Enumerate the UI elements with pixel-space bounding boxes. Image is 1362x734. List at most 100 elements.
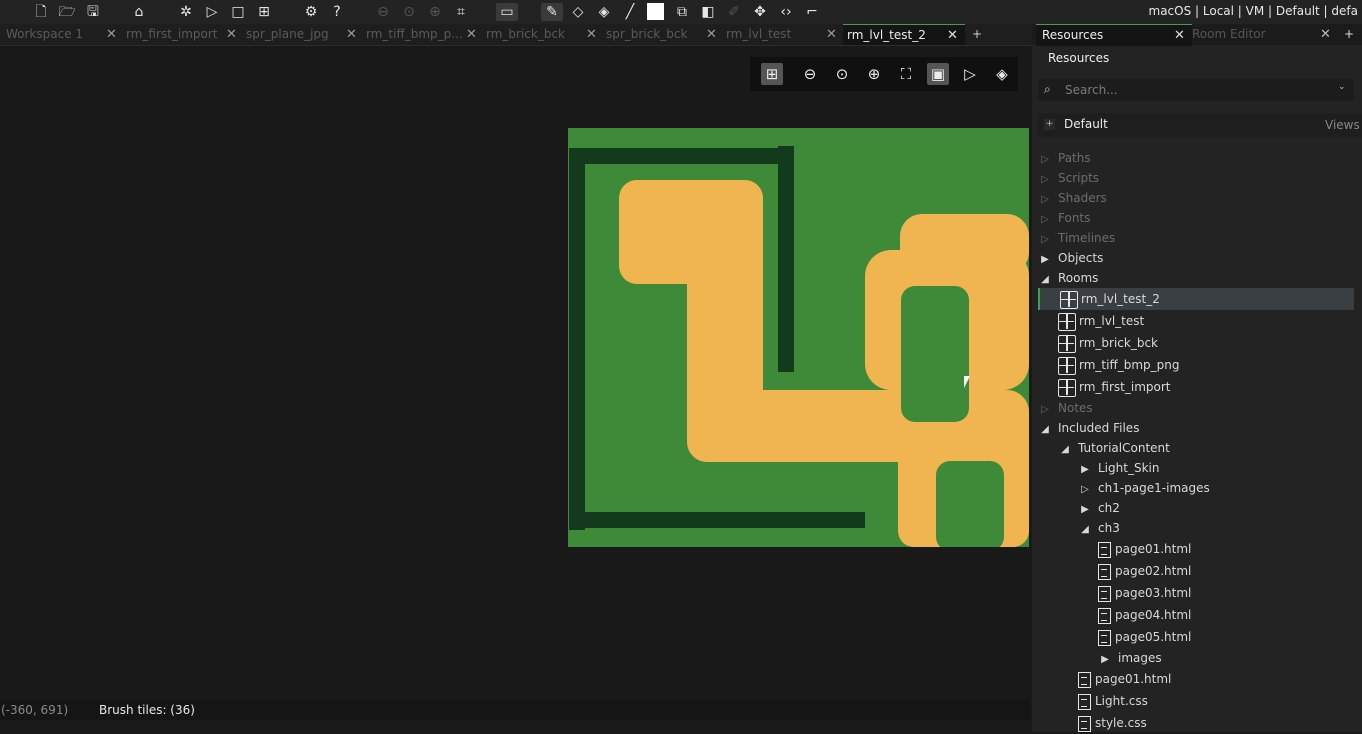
- grid-icon[interactable]: ⊞: [761, 63, 783, 85]
- chevron-down-icon[interactable]: ⌄: [1338, 82, 1346, 92]
- file-item[interactable]: page01.html: [1038, 668, 1354, 690]
- file-item[interactable]: page02.html: [1038, 560, 1354, 582]
- tab-spr-plane-jpg[interactable]: spr_plane_jpg ✕: [246, 24, 360, 45]
- room-item[interactable]: rm_tiff_bmp_png: [1038, 354, 1354, 376]
- debug-icon[interactable]: ✲: [177, 3, 195, 21]
- collapsed-arrow-icon[interactable]: ▶: [1078, 460, 1092, 480]
- search-field[interactable]: ⌕ Search... ⌄: [1038, 79, 1354, 101]
- open-folder-icon[interactable]: 🗁: [58, 3, 76, 21]
- close-icon[interactable]: ✕: [346, 24, 357, 45]
- tree-folder[interactable]: ▷ Notes: [1038, 398, 1354, 418]
- close-icon[interactable]: ✕: [1174, 25, 1185, 46]
- tab-rm-tiff-bmp[interactable]: rm_tiff_bmp_p... ✕: [366, 24, 480, 45]
- picker-icon[interactable]: ✐: [725, 3, 743, 21]
- code-icon[interactable]: ‹›: [777, 3, 795, 21]
- help-icon[interactable]: ?: [328, 3, 346, 21]
- close-icon[interactable]: ✕: [226, 24, 237, 45]
- fill-icon[interactable]: ◈: [595, 3, 613, 21]
- file-item[interactable]: page05.html: [1038, 626, 1354, 648]
- expanded-arrow-icon[interactable]: ◢: [1038, 270, 1052, 290]
- tree-folder[interactable]: ▷ Shaders: [1038, 188, 1354, 208]
- tree-folder[interactable]: ▶ images: [1038, 648, 1354, 668]
- zoom-out-icon[interactable]: ⊖: [799, 63, 821, 85]
- layers-icon[interactable]: ◈: [991, 63, 1013, 85]
- tab-resources[interactable]: Resources ✕: [1036, 24, 1192, 46]
- tab-rm-lvl-test[interactable]: rm_lvl_test ✕: [726, 24, 840, 45]
- view-selector[interactable]: + Default Views: [1038, 113, 1362, 137]
- toggle-icon[interactable]: ◧: [699, 3, 717, 21]
- room-item[interactable]: rm_brick_bck: [1038, 332, 1354, 354]
- tab-rm-brick-bck[interactable]: rm_brick_bck ✕: [486, 24, 600, 45]
- tree-folder[interactable]: ◢ ch3: [1038, 518, 1354, 538]
- tree-folder[interactable]: ▷ Scripts: [1038, 168, 1354, 188]
- fullscreen-icon[interactable]: ⛶: [895, 63, 917, 85]
- tab-spr-brick-bck[interactable]: spr_brick_bck ✕: [606, 24, 720, 45]
- collapsed-arrow-icon[interactable]: ▷: [1038, 170, 1052, 190]
- file-item[interactable]: style.css: [1038, 712, 1354, 734]
- collapsed-arrow-icon[interactable]: ▷: [1038, 190, 1052, 210]
- new-file-icon[interactable]: 🗋: [32, 3, 50, 21]
- tree-folder[interactable]: ▶ Objects: [1038, 248, 1354, 268]
- tree-folder[interactable]: ▷ Timelines: [1038, 228, 1354, 248]
- zoom-in-icon[interactable]: ⊕: [863, 63, 885, 85]
- tab-workspace[interactable]: Workspace 1 ✕: [6, 24, 120, 45]
- tree-folder[interactable]: ◢ TutorialContent: [1038, 438, 1354, 458]
- close-icon[interactable]: ✕: [706, 24, 717, 45]
- zoom-in-icon[interactable]: ⊕: [426, 3, 444, 21]
- room-item[interactable]: rm_lvl_test_2: [1038, 288, 1354, 310]
- close-icon[interactable]: ✕: [106, 24, 117, 45]
- create-exe-icon[interactable]: ⊞: [255, 3, 273, 21]
- close-icon[interactable]: ✕: [826, 24, 837, 45]
- tree-folder[interactable]: ◢ Rooms: [1038, 268, 1354, 288]
- zoom-reset-icon[interactable]: ⊙: [400, 3, 418, 21]
- tree-folder[interactable]: ▷ Fonts: [1038, 208, 1354, 228]
- save-icon[interactable]: 🖫: [84, 3, 102, 21]
- close-icon[interactable]: ✕: [947, 25, 958, 46]
- stop-icon[interactable]: □: [229, 3, 247, 21]
- eraser-icon[interactable]: ◇: [569, 3, 587, 21]
- collapsed-arrow-icon[interactable]: ▶: [1098, 650, 1112, 670]
- expand-icon[interactable]: +: [1044, 119, 1055, 130]
- collapsed-arrow-icon[interactable]: ▷: [1078, 480, 1092, 500]
- expanded-arrow-icon[interactable]: ◢: [1038, 420, 1052, 440]
- draw-icon[interactable]: ⌐: [803, 3, 821, 21]
- pencil-icon[interactable]: ✎: [541, 3, 563, 21]
- room-preview[interactable]: [568, 128, 1029, 547]
- zoom-reset-icon[interactable]: ⊙: [831, 63, 853, 85]
- frame-icon[interactable]: ▣: [927, 63, 949, 85]
- layout-icon[interactable]: ⌗: [452, 3, 470, 21]
- expanded-arrow-icon[interactable]: ◢: [1078, 520, 1092, 540]
- file-item[interactable]: page01.html: [1038, 538, 1354, 560]
- zoom-out-icon[interactable]: ⊖: [374, 3, 392, 21]
- room-item[interactable]: rm_first_import: [1038, 376, 1354, 398]
- tree-folder[interactable]: ◢ Included Files: [1038, 418, 1354, 438]
- region-icon[interactable]: ⧉: [673, 3, 691, 21]
- file-item[interactable]: Light.css: [1038, 690, 1354, 712]
- preferences-icon[interactable]: ⚙: [302, 3, 320, 21]
- add-tab-button[interactable]: +: [1344, 27, 1354, 41]
- tree-folder[interactable]: ▷ ch1-page1-images: [1038, 478, 1354, 498]
- expanded-arrow-icon[interactable]: ◢: [1058, 440, 1072, 460]
- collapsed-arrow-icon[interactable]: ▷: [1038, 150, 1052, 170]
- close-icon[interactable]: ✕: [466, 24, 477, 45]
- collapsed-arrow-icon[interactable]: ▶: [1078, 500, 1092, 520]
- tree-folder[interactable]: ▶ Light_Skin: [1038, 458, 1354, 478]
- line-icon[interactable]: ╱: [621, 3, 639, 21]
- collapsed-arrow-icon[interactable]: ▷: [1038, 400, 1052, 420]
- tree-folder[interactable]: ▷ Paths: [1038, 148, 1354, 168]
- tab-room-editor[interactable]: Room Editor ✕: [1192, 24, 1332, 45]
- collapsed-arrow-icon[interactable]: ▷: [1038, 230, 1052, 250]
- collapsed-arrow-icon[interactable]: ▷: [1038, 210, 1052, 230]
- file-item[interactable]: page03.html: [1038, 582, 1354, 604]
- desktop-icon[interactable]: ▭: [496, 3, 518, 21]
- file-item[interactable]: page04.html: [1038, 604, 1354, 626]
- add-tab-button[interactable]: +: [972, 24, 988, 45]
- clean-icon[interactable]: ⌂: [130, 3, 148, 21]
- close-icon[interactable]: ✕: [1320, 24, 1331, 45]
- search-input[interactable]: Search...: [1065, 83, 1118, 97]
- collapsed-arrow-icon[interactable]: ▶: [1038, 250, 1052, 270]
- rect-color-icon[interactable]: [647, 3, 664, 20]
- move-icon[interactable]: ✥: [751, 3, 769, 21]
- tab-rm-lvl-test-2[interactable]: rm_lvl_test_2 ✕: [843, 24, 965, 45]
- close-icon[interactable]: ✕: [586, 24, 597, 45]
